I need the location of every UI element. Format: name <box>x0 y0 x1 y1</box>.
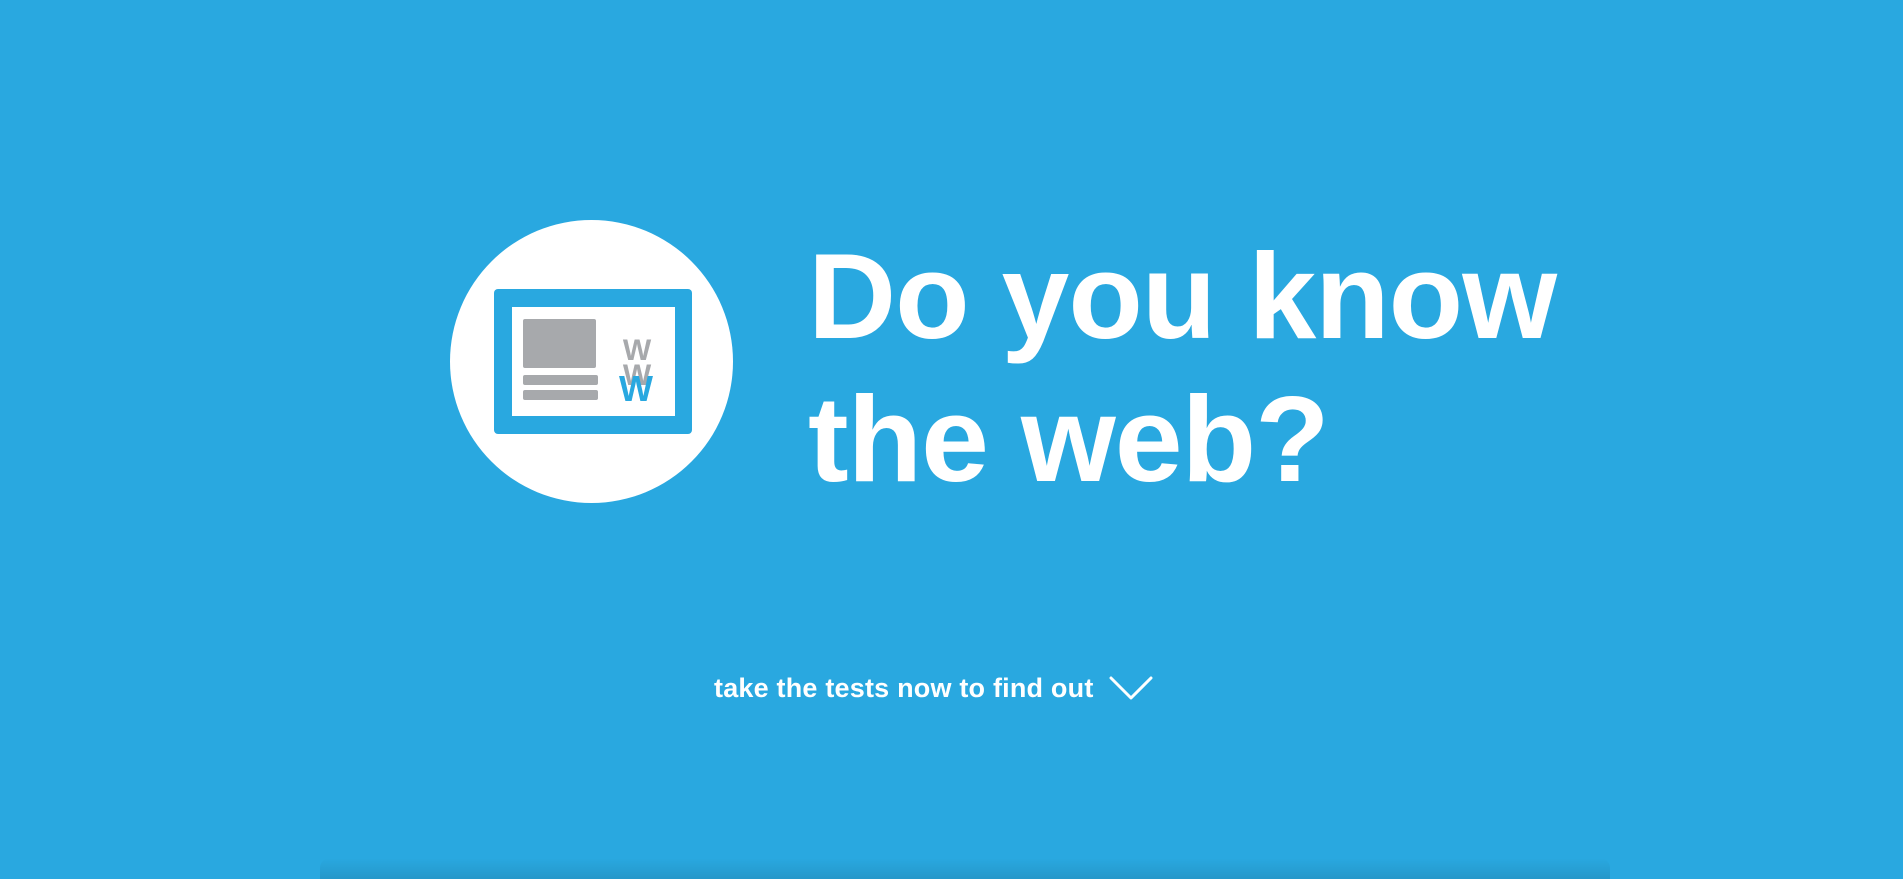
cta-label: take the tests now to find out <box>714 672 1094 703</box>
hero-section: W W W Do you know the web? take the test… <box>0 0 1903 879</box>
page-title: Do you know the web? <box>808 225 1557 511</box>
content-edge-shadow <box>320 858 1610 879</box>
take-tests-link[interactable]: take the tests now to find out <box>714 664 1154 712</box>
svg-text:W: W <box>619 368 653 409</box>
headline-line-2: the web? <box>808 371 1330 507</box>
browser-window-www-icon: W W W <box>450 220 733 503</box>
headline-line-1: Do you know <box>808 228 1557 364</box>
logo: W W W <box>450 220 733 503</box>
chevron-down-icon[interactable] <box>1108 673 1154 703</box>
